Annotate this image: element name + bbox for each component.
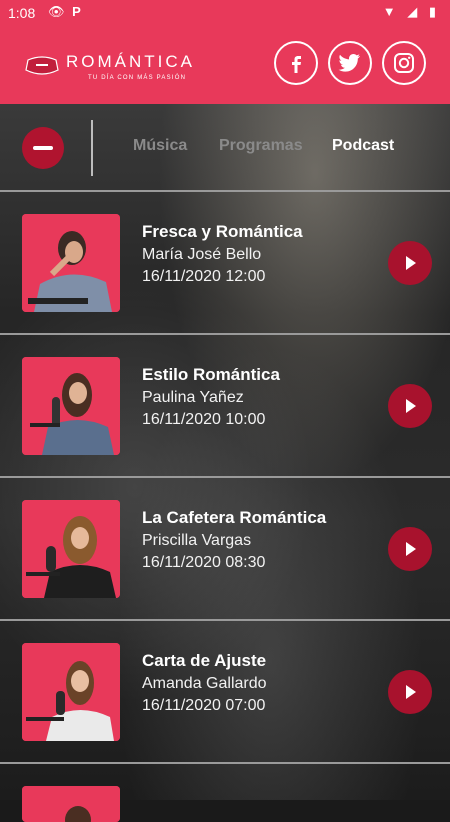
podcast-title: Fresca y Romántica bbox=[142, 222, 303, 241]
minus-icon bbox=[33, 146, 53, 150]
podcast-title: Carta de Ajuste bbox=[142, 651, 267, 670]
podcast-date: 16/11/2020 07:00 bbox=[142, 697, 266, 714]
play-button[interactable] bbox=[388, 241, 432, 285]
play-button[interactable] bbox=[388, 384, 432, 428]
podcast-host: Paulina Yañez bbox=[142, 389, 244, 406]
podcast-thumbnail bbox=[22, 357, 120, 455]
instagram-button[interactable] bbox=[382, 41, 426, 85]
host-photo-icon bbox=[22, 214, 120, 312]
podcast-thumbnail bbox=[22, 643, 120, 741]
status-bar: 1:08 👁 P ▼ ◢ ▮ bbox=[0, 0, 450, 28]
play-icon bbox=[406, 542, 416, 556]
status-time: 1:08 bbox=[8, 5, 36, 21]
eye-icon: 👁 bbox=[48, 4, 67, 19]
tab-programas[interactable]: Programas bbox=[219, 137, 303, 155]
status-right-icons: ▼ ◢ ▮ bbox=[383, 4, 440, 20]
twitter-icon bbox=[338, 54, 360, 72]
podcast-row[interactable]: La Cafetera Romántica Priscilla Vargas 1… bbox=[0, 478, 450, 620]
tab-podcast[interactable]: Podcast bbox=[332, 137, 394, 155]
podcast-date: 16/11/2020 10:00 bbox=[142, 411, 266, 428]
facebook-button[interactable] bbox=[274, 41, 318, 85]
podcast-row[interactable]: Fresca y Romántica María José Bello 16/1… bbox=[0, 192, 450, 334]
podcast-date: 16/11/2020 08:30 bbox=[142, 554, 266, 571]
logo-tagline: TU DÍA CON MÁS PASIÓN bbox=[88, 75, 187, 81]
podcast-title: La Cafetera Romántica bbox=[142, 508, 327, 527]
collapse-button[interactable] bbox=[22, 127, 64, 169]
podcast-row[interactable]: Carta de Ajuste Amanda Gallardo 16/11/20… bbox=[0, 621, 450, 763]
logo-title: ROMÁNTICA bbox=[66, 52, 195, 71]
podcast-row[interactable]: Estilo Romántica Paulina Yañez 16/11/202… bbox=[0, 335, 450, 477]
host-photo-icon bbox=[22, 786, 120, 822]
logo-badge-icon bbox=[25, 56, 59, 75]
podcast-thumbnail bbox=[22, 500, 120, 598]
play-button[interactable] bbox=[388, 670, 432, 714]
signal-icon: ◢ bbox=[407, 4, 422, 19]
host-photo-icon bbox=[22, 643, 120, 741]
podcast-host: María José Bello bbox=[142, 246, 262, 263]
battery-icon: ▮ bbox=[428, 4, 440, 19]
facebook-icon bbox=[292, 56, 301, 73]
podcast-date: 16/11/2020 12:00 bbox=[142, 268, 266, 285]
play-icon bbox=[406, 399, 416, 413]
podcast-title: Estilo Romántica bbox=[142, 365, 280, 384]
tab-musica[interactable]: Música bbox=[133, 137, 187, 155]
status-left-icons: 👁 P bbox=[48, 4, 83, 20]
instagram-icon bbox=[394, 53, 414, 73]
podcast-thumbnail bbox=[22, 214, 120, 312]
play-icon bbox=[406, 256, 416, 270]
tab-divider bbox=[91, 120, 93, 176]
p-icon: P bbox=[72, 4, 83, 19]
twitter-button[interactable] bbox=[328, 41, 372, 85]
podcast-host: Priscilla Vargas bbox=[142, 532, 252, 549]
wifi-icon: ▼ bbox=[382, 4, 400, 19]
play-button[interactable] bbox=[388, 527, 432, 571]
romantica-logo[interactable]: ROMÁNTICA TU DÍA CON MÁS PASIÓN bbox=[24, 52, 200, 86]
tab-bar: Música Programas Podcast bbox=[0, 104, 450, 190]
host-photo-icon bbox=[22, 500, 120, 598]
host-photo-icon bbox=[22, 357, 120, 455]
play-icon bbox=[406, 685, 416, 699]
podcast-thumbnail bbox=[22, 786, 120, 822]
app-header: ROMÁNTICA TU DÍA CON MÁS PASIÓN bbox=[0, 28, 450, 104]
podcast-host: Amanda Gallardo bbox=[142, 675, 267, 692]
podcast-row-partial[interactable] bbox=[0, 764, 450, 822]
